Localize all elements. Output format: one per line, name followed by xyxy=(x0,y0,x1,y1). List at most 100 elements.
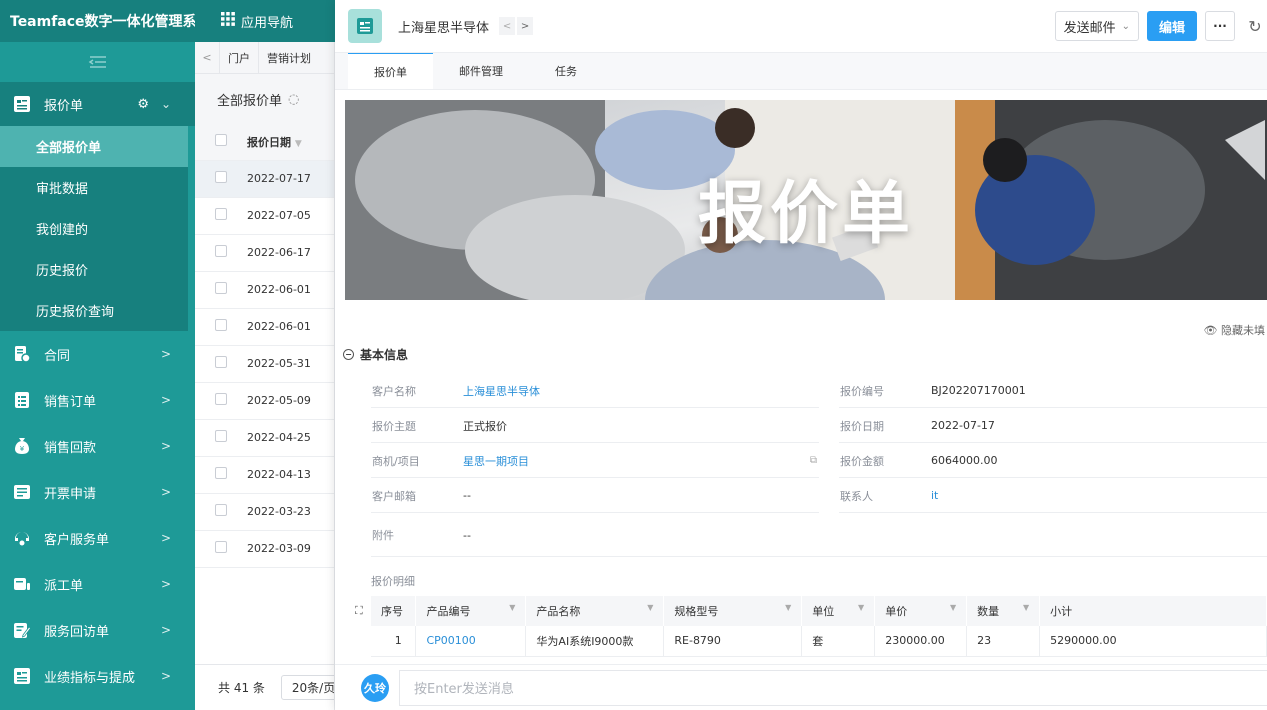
product-column-header[interactable]: 产品编号 ▼ xyxy=(415,596,527,626)
record-pager: < > xyxy=(499,17,534,35)
app-title-switcher[interactable]: Teamface数字一体化管理系统 ▼ xyxy=(0,0,226,42)
section-basic-info[interactable]: − 基本信息 xyxy=(343,346,408,363)
chevron-down-icon[interactable]: ⌄ xyxy=(161,97,171,111)
sort-icon[interactable]: ▼ xyxy=(858,603,864,612)
row-checkbox[interactable] xyxy=(195,308,237,346)
refresh-icon[interactable]: ↻ xyxy=(1243,17,1267,36)
message-input[interactable]: 按Enter发送消息 xyxy=(399,669,1267,706)
record-title: 上海星思半导体 xyxy=(398,20,490,36)
product-column-header[interactable]: 规格型号 ▼ xyxy=(663,596,803,626)
previous-record-icon[interactable]: < xyxy=(499,17,516,35)
sort-icon[interactable]: ▼ xyxy=(509,603,515,612)
sidebar-item-customer-service[interactable]: 客户服务单 > xyxy=(0,515,195,561)
sidebar-item-contract[interactable]: 合同 > xyxy=(0,331,195,377)
submenu-history-query[interactable]: 历史报价查询 xyxy=(0,290,188,331)
table-row[interactable]: 2022-06-01 xyxy=(195,271,334,309)
contact-link[interactable]: it xyxy=(931,489,938,502)
sort-icon[interactable]: ▼ xyxy=(647,603,653,612)
edit-button[interactable]: 编辑 xyxy=(1147,11,1197,41)
row-checkbox[interactable] xyxy=(195,530,237,568)
row-checkbox[interactable] xyxy=(195,382,237,420)
quote-detail-panel: 上海星思半导体 < > 发送邮件 ⌄ 编辑 ··· ↻ 报价单 邮件管理 任务 xyxy=(335,0,1267,710)
product-column-header[interactable]: 产品名称 ▼ xyxy=(525,596,665,626)
product-cell[interactable]: CP00100 xyxy=(415,626,527,657)
message-bar: 久玲 按Enter发送消息 xyxy=(335,664,1267,710)
more-options-button[interactable]: ··· xyxy=(1205,11,1235,41)
sidebar-item-sales-payment[interactable]: ¥ 销售回款 > xyxy=(0,423,195,469)
customer-name-link[interactable]: 上海星思半导体 xyxy=(463,383,540,399)
sidebar-item-label: 合同 xyxy=(44,348,71,364)
table-row[interactable]: 2022-06-17 xyxy=(195,234,334,272)
product-column-header[interactable]: 小计 xyxy=(1039,596,1267,626)
revisit-icon xyxy=(12,620,32,640)
sidebar-item-revisit[interactable]: 服务回访单 > xyxy=(0,607,195,653)
submenu-all-quotes[interactable]: 全部报价单 xyxy=(0,126,188,167)
sidebar-item-performance[interactable]: 业绩指标与提成 > xyxy=(0,653,195,699)
table-row[interactable]: 2022-06-01 xyxy=(195,308,334,346)
product-column-header[interactable]: 数量 ▼ xyxy=(966,596,1041,626)
next-record-icon[interactable]: > xyxy=(517,17,534,35)
tab-mail-management[interactable]: 邮件管理 xyxy=(433,52,529,89)
sidebar-item-label: 业绩指标与提成 xyxy=(44,670,136,686)
tab-portal[interactable]: 门户 xyxy=(219,42,258,74)
sort-icon[interactable]: ▼ xyxy=(1023,603,1029,612)
product-column-header[interactable]: 单位 ▼ xyxy=(801,596,876,626)
sidebar-item-dispatch[interactable]: 派工单 > xyxy=(0,561,195,607)
banner-title: 报价单 xyxy=(697,175,914,254)
app-navigation-button[interactable]: 应用导航 xyxy=(195,0,335,42)
tab-tasks[interactable]: 任务 xyxy=(529,52,603,89)
product-cell: 套 xyxy=(801,626,876,657)
product-column-header[interactable]: 序号 xyxy=(371,596,417,626)
table-row[interactable]: 2022-05-31 xyxy=(195,345,334,383)
row-checkbox[interactable] xyxy=(195,197,237,235)
tab-quote[interactable]: 报价单 xyxy=(348,52,433,89)
quote-date-cell: 2022-07-05 xyxy=(237,197,334,235)
submenu-created-by-me[interactable]: 我创建的 xyxy=(0,208,188,249)
project-link[interactable]: 星思一期项目 xyxy=(463,453,529,469)
table-row[interactable]: 2022-07-17 xyxy=(195,160,334,198)
row-checkbox[interactable] xyxy=(195,493,237,531)
table-row[interactable]: 2022-04-13 xyxy=(195,456,334,494)
sidebar-item-quotes[interactable]: 报价单 ⚙ ⌄ xyxy=(0,82,195,126)
sidebar-item-sales-order[interactable]: 销售订单 > xyxy=(0,377,195,423)
table-row[interactable]: 2022-03-09 xyxy=(195,530,334,568)
avatar[interactable]: 久玲 xyxy=(361,673,389,702)
sidebar-item-label: 开票申请 xyxy=(44,486,97,502)
money-bag-icon: ¥ xyxy=(12,436,32,456)
sidebar-item-invoice[interactable]: 开票申请 > xyxy=(0,469,195,515)
collapse-sidebar-button[interactable] xyxy=(0,42,195,82)
hide-empty-toggle[interactable]: 👁 隐藏未填 xyxy=(1204,322,1265,338)
sort-icon[interactable]: ▼ xyxy=(950,603,956,612)
column-header-quote-date[interactable]: 报价日期 ▼ xyxy=(237,124,334,161)
sidebar-item-label: 报价单 xyxy=(44,98,84,114)
eye-icon: 👁 xyxy=(1203,324,1218,337)
select-all-checkbox[interactable] xyxy=(195,124,237,161)
submenu-approval-data[interactable]: 审批数据 xyxy=(0,167,188,208)
table-row[interactable]: 2022-04-25 xyxy=(195,419,334,457)
row-checkbox[interactable] xyxy=(195,419,237,457)
chevron-left-icon[interactable]: < xyxy=(195,51,219,64)
row-checkbox[interactable] xyxy=(195,271,237,309)
table-row[interactable]: 1 CP00100 华为AI系统I9000款 RE-8790 套 230000.00 23 5… xyxy=(371,626,1267,657)
send-mail-button[interactable]: 发送邮件 ⌄ xyxy=(1054,11,1139,41)
table-row[interactable]: 2022-07-05 xyxy=(195,197,334,235)
row-checkbox[interactable] xyxy=(195,160,237,198)
fullscreen-icon[interactable]: ⛶ xyxy=(355,604,363,618)
row-checkbox[interactable] xyxy=(195,345,237,383)
product-column-header[interactable]: 单价 ▼ xyxy=(874,596,968,626)
copy-icon[interactable]: ⧉ xyxy=(810,455,817,466)
chevron-right-icon: > xyxy=(160,485,171,499)
refresh-icon[interactable]: ◌ xyxy=(288,92,299,107)
table-row[interactable]: 2022-03-23 xyxy=(195,493,334,531)
quote-detail-label: 报价明细 xyxy=(371,575,415,588)
field-amount: 报价金额 6064000.00 xyxy=(839,444,1267,478)
row-checkbox[interactable] xyxy=(195,234,237,272)
field-project: 商机/项目 星思一期项目 ⧉ xyxy=(371,444,819,478)
sort-icon[interactable]: ▼ xyxy=(785,603,791,612)
submenu-history-quotes[interactable]: 历史报价 xyxy=(0,249,188,290)
table-row[interactable]: 2022-05-09 xyxy=(195,382,334,420)
tab-marketing-plan[interactable]: 营销计划 xyxy=(258,42,319,74)
row-checkbox[interactable] xyxy=(195,456,237,494)
page-size-select[interactable]: 20条/页 xyxy=(280,675,334,700)
settings-gear-icon[interactable]: ⚙ xyxy=(137,97,149,112)
